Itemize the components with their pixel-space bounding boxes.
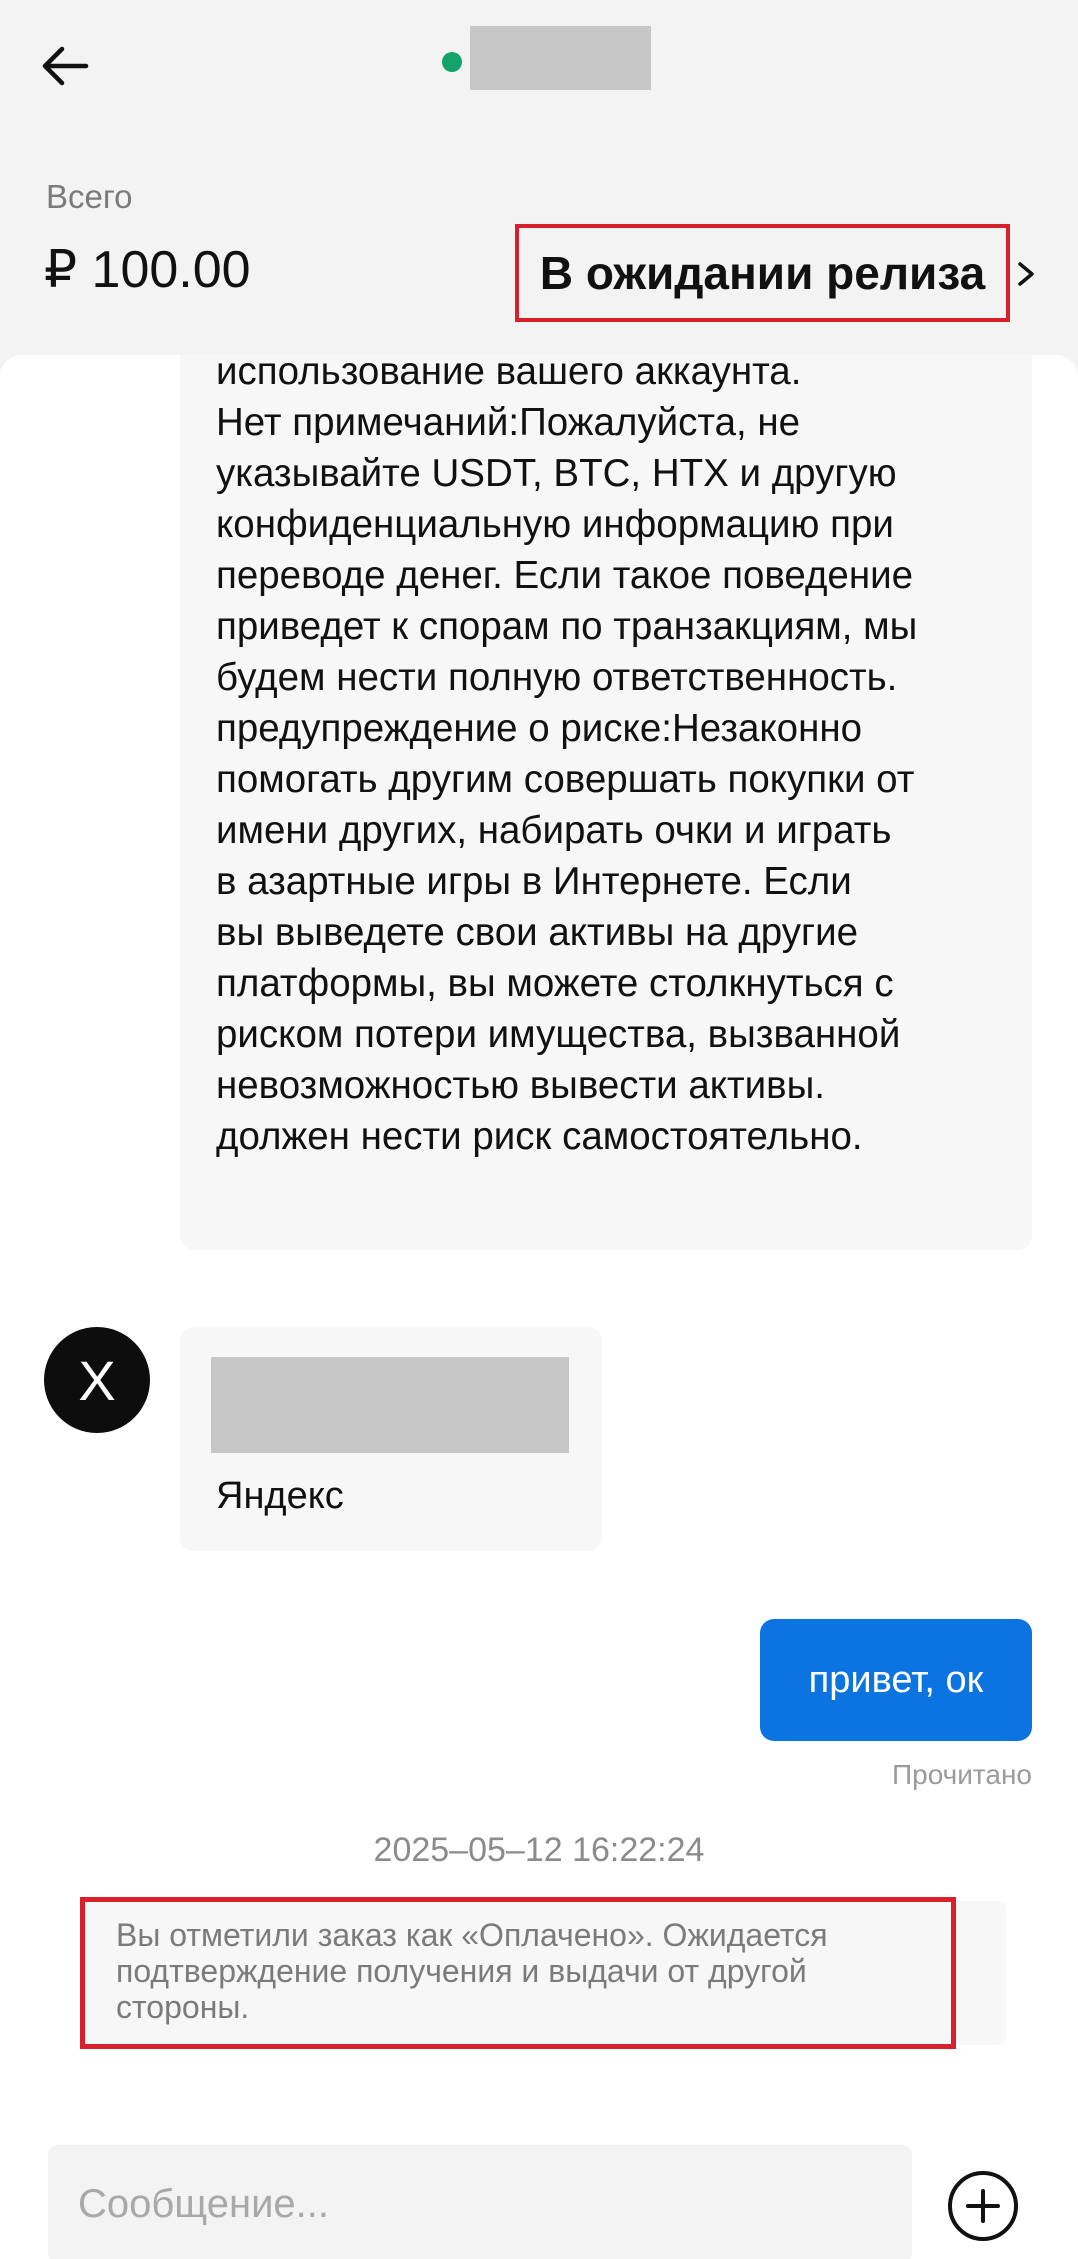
message-composer [0, 2089, 1078, 2259]
total-label: Всего [46, 178, 133, 215]
order-status-label: В ожидании релиза [539, 247, 986, 299]
order-header: Всего ₽ 100.00 В ожидании релиза [0, 0, 1078, 355]
outgoing-message-text: привет, ок [808, 1658, 984, 1701]
message-timestamp: 2025–05–12 16:22:24 [373, 1831, 705, 1869]
arrow-left-icon [42, 46, 89, 86]
terms-message-bubble: отказать в сделке и прямо повлиять на ис… [180, 355, 1032, 1250]
total-amount: ₽ 100.00 [44, 241, 251, 299]
payment-method-label: Яндекс [216, 1475, 344, 1517]
online-status-dot [442, 52, 462, 72]
avatar-letter: X [78, 1348, 116, 1412]
terms-message-text: отказать в сделке и прямо повлиять на ис… [216, 355, 918, 1158]
plus-circle-icon[interactable] [946, 2169, 1020, 2243]
message-input[interactable] [48, 2145, 912, 2259]
chevron-right-icon[interactable] [1014, 250, 1040, 298]
avatar[interactable]: X [44, 1327, 150, 1433]
payment-method-bubble: Яндекс [180, 1327, 602, 1551]
read-status: Прочитано [892, 1759, 1032, 1790]
chat-area[interactable]: отказать в сделке и прямо повлиять на ис… [0, 355, 1078, 2259]
order-status-button[interactable]: В ожидании релиза [515, 224, 1010, 322]
back-button[interactable] [36, 36, 96, 96]
counterparty-name[interactable] [470, 26, 651, 90]
redacted-payment-details [211, 1357, 569, 1453]
system-note-text: Вы отметили заказ как «Оплачено». Ожидае… [116, 1917, 828, 2025]
outgoing-message-bubble: привет, ок [760, 1619, 1032, 1741]
